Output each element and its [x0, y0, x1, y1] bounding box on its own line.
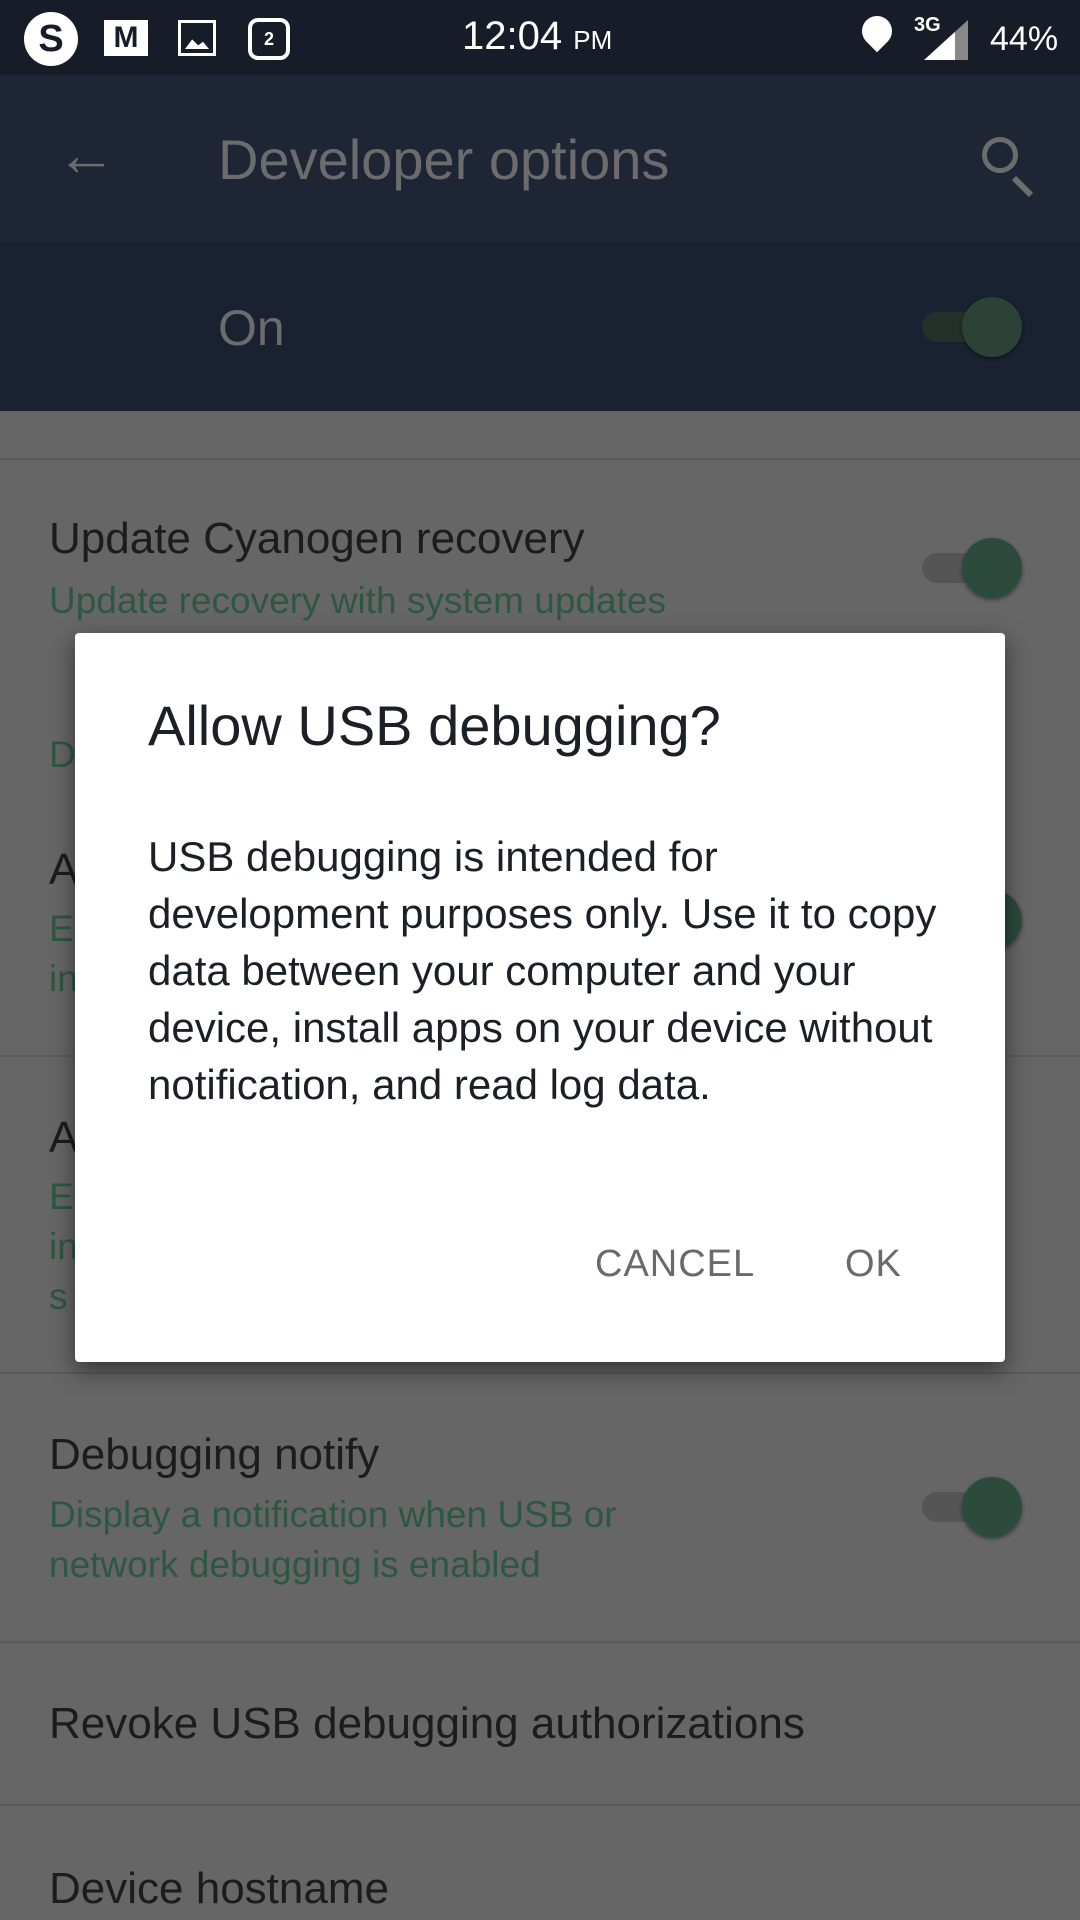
setting-subtitle-fragment: in — [49, 958, 78, 999]
ok-button[interactable]: OK — [845, 1243, 902, 1286]
setting-debugging-notify[interactable]: Debugging notify Display a notification … — [0, 1374, 1080, 1640]
dialog-message: USB debugging is intended for developmen… — [148, 833, 937, 1108]
section-header-fragment: D — [49, 734, 76, 775]
setting-title: Update Cyanogen recovery — [49, 514, 585, 563]
instagram-icon: 2 — [248, 18, 290, 60]
debugging-notify-toggle[interactable] — [922, 1477, 1022, 1537]
setting-title: Device hostname — [49, 1864, 389, 1913]
setting-subtitle: Display a notification when USB or — [49, 1494, 617, 1535]
setting-revoke-usb[interactable]: Revoke USB debugging authorizations — [0, 1643, 1080, 1803]
location-icon — [855, 9, 899, 53]
cancel-button[interactable]: CANCEL — [595, 1243, 755, 1286]
clock-ampm: PM — [573, 25, 613, 55]
setting-title: Debugging notify — [49, 1430, 380, 1479]
setting-device-hostname[interactable]: Device hostname — [0, 1806, 1080, 1920]
setting-subtitle: Update recovery with system updates — [49, 580, 666, 621]
master-switch-toggle[interactable] — [922, 297, 1022, 357]
setting-title: Revoke USB debugging authorizations — [49, 1699, 805, 1748]
clock: 12:04 — [462, 14, 563, 58]
page-title: Developer options — [218, 128, 670, 191]
setting-title-fragment: A — [49, 1113, 79, 1162]
setting-subtitle-fragment: s — [49, 1276, 68, 1317]
master-switch-label: On — [218, 300, 285, 356]
dialog-title: Allow USB debugging? — [148, 694, 721, 757]
setting-subtitle-fragment: in — [49, 1226, 78, 1267]
setting-subtitle: network debugging is enabled — [49, 1544, 541, 1585]
status-bar: S M 2 12:04 PM 3G 44% — [0, 0, 1080, 75]
network-type: 3G — [914, 14, 941, 36]
app-bar: ← Developer options — [0, 75, 1080, 243]
usb-debugging-dialog: Allow USB debugging? USB debugging is in… — [75, 633, 1005, 1362]
update-recovery-toggle[interactable] — [922, 538, 1022, 598]
arrow-back-icon[interactable]: ← — [56, 125, 116, 185]
search-icon[interactable] — [982, 137, 1038, 198]
setting-update-recovery[interactable]: Update Cyanogen recovery Update recovery… — [0, 458, 1080, 638]
gmail-icon: M — [104, 20, 148, 56]
setting-subtitle-fragment: E — [49, 908, 74, 949]
battery-level: 44% — [990, 20, 1059, 58]
master-switch-row[interactable]: On — [0, 243, 1080, 411]
skype-icon: S — [24, 12, 78, 66]
setting-title-fragment: A — [49, 845, 79, 894]
setting-subtitle-fragment: E — [49, 1176, 74, 1217]
gallery-icon — [178, 20, 216, 56]
